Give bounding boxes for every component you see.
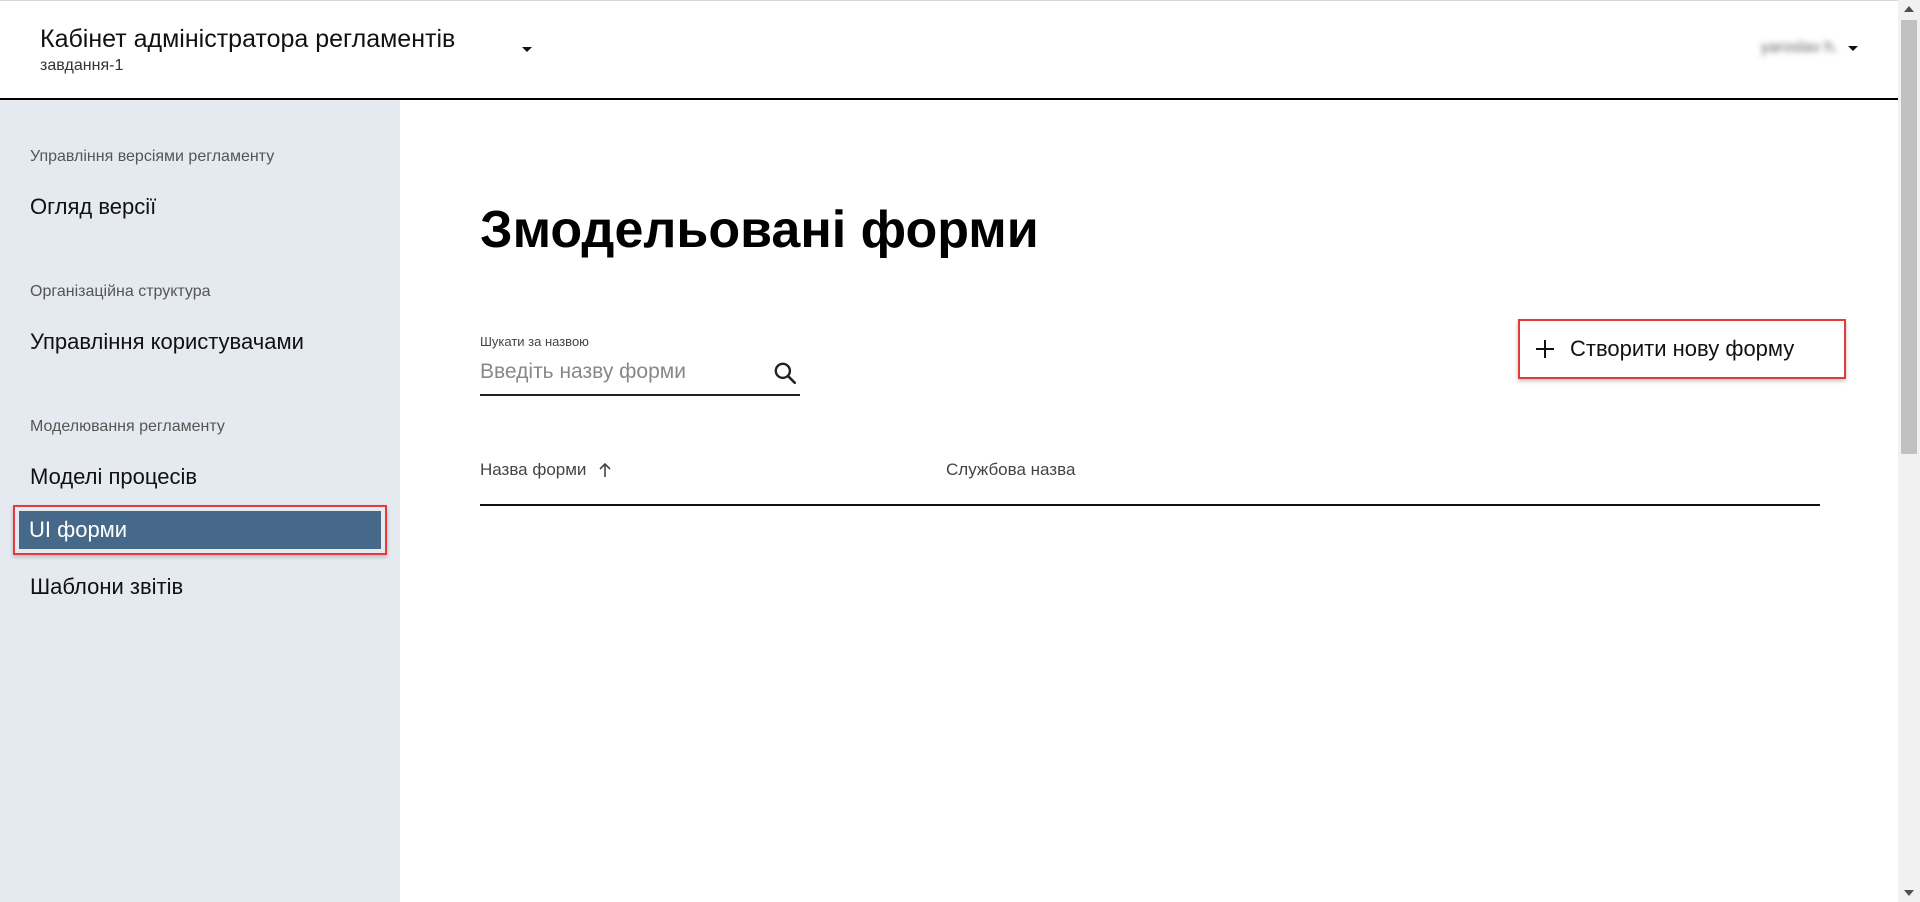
search-label: Шукати за назвою	[480, 334, 589, 349]
main-content: Змодельовані форми Шукати за назвою Ство…	[400, 100, 1898, 902]
sidebar-section-title: Організаційна структура	[30, 283, 211, 300]
chevron-down-icon[interactable]	[522, 47, 532, 52]
scroll-up-icon[interactable]	[1904, 6, 1914, 12]
column-header-service-name[interactable]: Службова назва	[946, 460, 1075, 480]
plus-icon	[1534, 338, 1556, 360]
chevron-down-icon[interactable]	[1848, 45, 1858, 51]
sidebar-section-title: Управління версіями регламенту	[30, 148, 275, 165]
scrollbar[interactable]	[1898, 0, 1920, 902]
create-form-button[interactable]: Створити нову форму	[1518, 319, 1846, 379]
sidebar-item-users[interactable]: Управління користувачами	[30, 329, 304, 355]
sidebar-item-report-templates[interactable]: Шаблони звітів	[30, 574, 183, 600]
search-icon[interactable]	[772, 360, 798, 386]
table-header: Назва форми Службова назва	[480, 460, 1820, 506]
sidebar: Управління версіями регламенту Огляд вер…	[0, 100, 400, 902]
scrollbar-thumb[interactable]	[1901, 20, 1917, 454]
sidebar-item-version-overview[interactable]: Огляд версії	[30, 194, 156, 220]
search-field[interactable]	[480, 352, 800, 396]
sidebar-item-label[interactable]: UI форми	[19, 511, 381, 549]
page-title: Змодельовані форми	[480, 201, 1039, 259]
app-title[interactable]: Кабінет адміністратора регламентів	[40, 23, 455, 55]
app-title-wrap[interactable]: Кабінет адміністратора регламентів	[40, 23, 455, 55]
user-menu[interactable]: yaroslav h.	[1761, 39, 1858, 57]
scroll-down-icon[interactable]	[1904, 890, 1914, 896]
search-input[interactable]	[480, 352, 760, 392]
sidebar-item-ui-forms[interactable]: UI форми	[13, 505, 387, 555]
arrow-up-icon[interactable]	[598, 462, 612, 478]
column-header-form-name[interactable]: Назва форми	[480, 460, 612, 480]
create-form-label: Створити нову форму	[1570, 336, 1795, 361]
app-subtitle: завдання-1	[40, 57, 124, 74]
sidebar-item-process-models[interactable]: Моделі процесів	[30, 464, 197, 490]
column-label: Назва форми	[480, 460, 587, 479]
app-root: Кабінет адміністратора регламентів завда…	[0, 0, 1920, 902]
app-header: Кабінет адміністратора регламентів завда…	[0, 0, 1898, 100]
sidebar-section-title: Моделювання регламенту	[30, 418, 225, 435]
user-name[interactable]: yaroslav h.	[1761, 39, 1838, 57]
